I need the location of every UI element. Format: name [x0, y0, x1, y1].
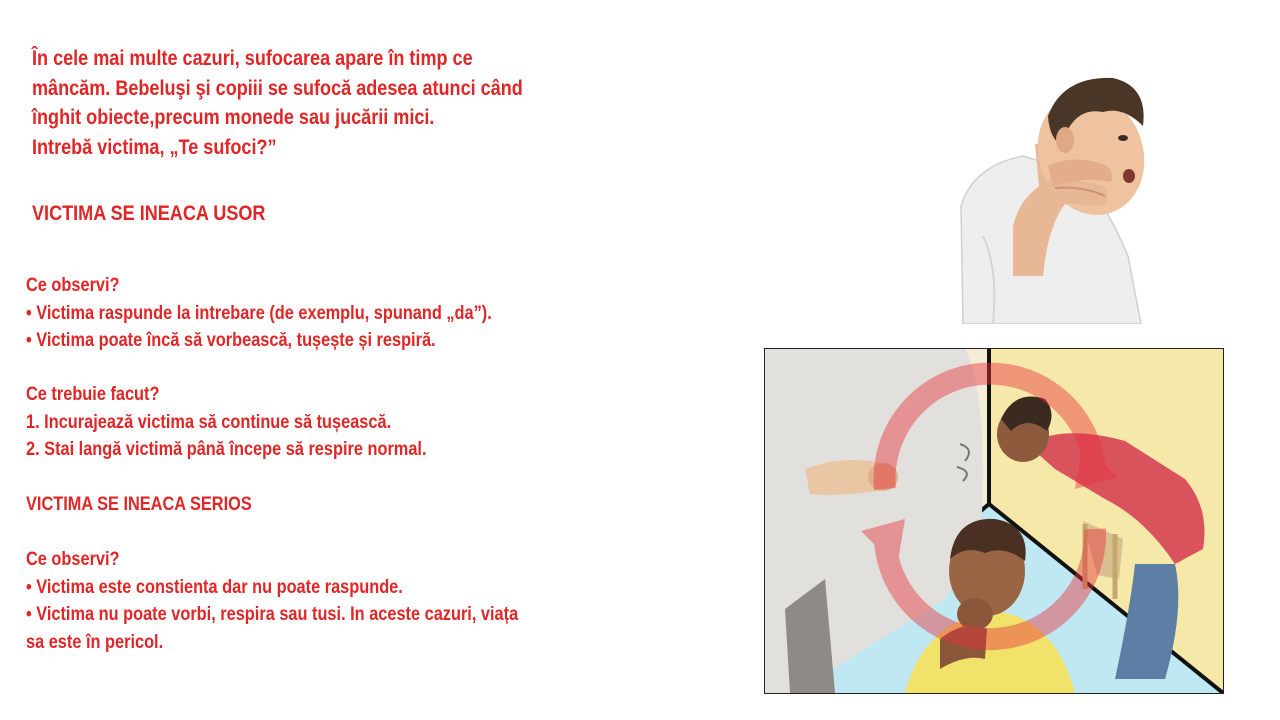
intro-line: mâncăm. Bebeluşi şi copiii se sufocă ade…	[32, 76, 523, 100]
intro-paragraph: În cele mai multe cazuri, sufocarea apar…	[32, 44, 523, 162]
observe-item: • Victima nu poate vorbi, respira sau tu…	[26, 604, 519, 625]
intro-line: înghit obiecte,precum monede sau jucării…	[32, 106, 435, 129]
coughing-illustration	[764, 348, 1224, 694]
mild-todo-block: Ce trebuie facut? 1. Incurajează victima…	[26, 381, 427, 464]
observe-item: • Victima raspunde la intrebare (de exem…	[26, 302, 492, 324]
observe-item: sa este în pericol.	[26, 631, 164, 653]
severe-choking-heading: VICTIMA SE INEACA SERIOS	[26, 494, 252, 515]
observe-item: • Victima este constienta dar nu poate r…	[26, 576, 403, 598]
intro-question: Intrebă victima, „Te sufoci?”	[32, 135, 277, 159]
severe-observe-block: Ce observi? • Victima este constienta da…	[26, 546, 518, 656]
mild-observe-block: Ce observi? • Victima raspunde la intreb…	[26, 272, 492, 355]
observe-title: Ce observi?	[26, 275, 120, 296]
intro-line: În cele mai multe cazuri, sufocarea apar…	[32, 47, 473, 70]
todo-item: 2. Stai langă victimă până începe să res…	[26, 439, 427, 460]
mild-choking-heading: VICTIMA SE INEACA USOR	[32, 202, 266, 225]
todo-title: Ce trebuie facut?	[26, 384, 160, 405]
choking-man-photo	[953, 36, 1155, 324]
observe-item: • Victima poate încă să vorbească, tușeș…	[26, 330, 436, 351]
observe-title: Ce observi?	[26, 549, 120, 570]
todo-item: 1. Incurajează victima să continue să tu…	[26, 411, 392, 433]
